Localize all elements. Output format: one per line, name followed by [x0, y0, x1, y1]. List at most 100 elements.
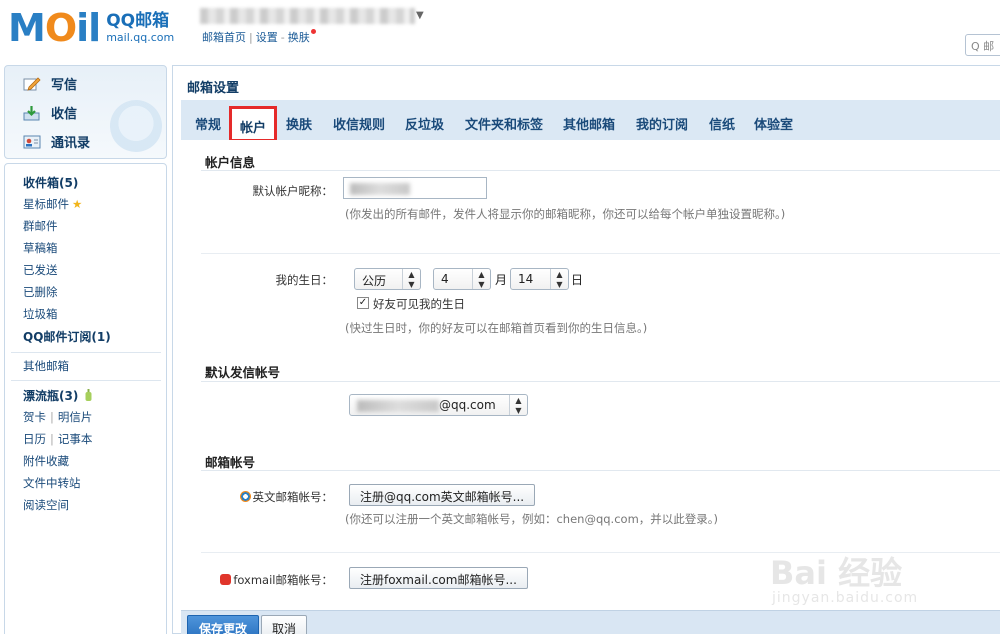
cancel-button[interactable]: 取消 — [261, 615, 308, 634]
sidebar-item-reading-space[interactable]: 阅读空间 — [23, 497, 69, 513]
tab-stationery[interactable]: 信纸 — [709, 114, 735, 133]
tab-general[interactable]: 常规 — [195, 114, 221, 133]
select-arrows-icon: ▲ ▼ — [472, 269, 490, 289]
page-title: 邮箱设置 — [187, 81, 240, 96]
sidebar-item-calendar-notes: 日历 | 记事本 — [23, 432, 93, 446]
section-title-account-info: 帐户信息 — [205, 155, 256, 170]
sidebar-item-starred[interactable]: 星标邮件 ★ — [23, 196, 82, 212]
tab-account[interactable]: 帐户 — [229, 106, 278, 142]
contacts-button[interactable]: 通讯录 — [23, 132, 90, 151]
logo-title: QQ邮箱 — [106, 11, 170, 31]
birth-day-select[interactable]: 14 ▲ ▼ — [510, 268, 569, 290]
account-settings-content: 帐户信息 默认帐户昵称： (你发出的所有邮件，发件人将显示你的邮箱昵称，你还可以… — [181, 140, 1000, 610]
sidebar-item-label: 漂流瓶(3) — [23, 389, 79, 403]
bottom-action-bar: 保存更改 取消 — [181, 610, 1000, 634]
sender-address-blurred — [357, 399, 439, 412]
sidebar-item-notepad[interactable]: 记事本 — [58, 432, 93, 446]
birth-day-value: 14 — [518, 272, 534, 286]
sidebar-folder-list: 收件箱(5) 星标邮件 ★ 群邮件 草稿箱 已发送 已删除 垃圾箱 QQ邮件订阅(… — [4, 163, 167, 634]
register-english-account-button[interactable]: 注册@qq.com英文邮箱帐号... — [349, 484, 536, 506]
sidebar-item-postcard[interactable]: 明信片 — [58, 410, 93, 424]
baidu-jingyan-watermark: Bai 经验 jingyan.baidu.com — [770, 548, 950, 618]
birth-month-value: 4 — [441, 272, 449, 286]
sidebar-compose-panel: 写信 收信 通讯录 — [4, 65, 167, 159]
section-divider — [201, 470, 1000, 471]
sidebar-item-calendar[interactable]: 日历 — [23, 432, 46, 446]
mailbox-home-link[interactable]: 邮箱首页 — [202, 31, 246, 44]
star-icon: ★ — [72, 197, 83, 211]
sidebar-item-sent[interactable]: 已发送 — [23, 262, 58, 278]
tab-other-mailboxes[interactable]: 其他邮箱 — [563, 114, 615, 133]
penguin-decoration-icon — [110, 100, 162, 152]
sidebar-item-group-mail[interactable]: 群邮件 — [23, 218, 58, 234]
calendar-type-select[interactable]: 公历 ▲ ▼ — [354, 268, 421, 290]
register-foxmail-account-button[interactable]: 注册foxmail.com邮箱帐号... — [349, 567, 528, 589]
qq-mail-logo[interactable]: MOil QQ邮箱 mail.qq.com — [8, 8, 174, 52]
sidebar-item-drafts[interactable]: 草稿箱 — [23, 240, 58, 256]
calendar-type-value: 公历 — [362, 274, 387, 288]
birthday-visible-checkbox[interactable]: ✓ — [357, 297, 369, 309]
foxmail-account-label-text: foxmail邮箱帐号： — [233, 573, 333, 587]
watermark-url: jingyan.baidu.com — [772, 590, 919, 606]
tab-receive-rules[interactable]: 收信规则 — [333, 114, 385, 133]
sidebar-item-attachments[interactable]: 附件收藏 — [23, 453, 69, 469]
tab-my-subscriptions[interactable]: 我的订阅 — [636, 114, 688, 133]
sidebar-divider — [11, 380, 161, 381]
chevron-down-icon[interactable]: ▼ — [416, 10, 424, 21]
foxmail-icon — [220, 574, 232, 585]
sidebar-item-other-mailbox[interactable]: 其他邮箱 — [23, 358, 69, 374]
row-divider — [201, 253, 1000, 254]
notification-dot-icon — [310, 29, 316, 34]
tab-folders-labels[interactable]: 文件夹和标签 — [465, 114, 543, 133]
sidebar-item-label: 星标邮件 — [23, 197, 69, 211]
birthday-hint: (快过生日时，你的好友可以在邮箱首页看到你的生日信息。) — [345, 321, 648, 335]
tab-skin[interactable]: 换肤 — [286, 114, 312, 133]
nickname-value-blurred — [350, 182, 410, 195]
bottle-icon — [85, 389, 92, 401]
month-unit: 月 — [495, 273, 508, 287]
tab-lab[interactable]: 体验室 — [754, 114, 793, 133]
english-account-label-text: 英文邮箱帐号： — [252, 490, 334, 504]
account-name-blurred[interactable] — [200, 8, 415, 24]
search-input[interactable]: Q 邮 — [965, 34, 1000, 56]
sidebar-item-file-transfer[interactable]: 文件中转站 — [23, 475, 81, 491]
nickname-hint: (你发出的所有邮件，发件人将显示你的邮箱昵称，你还可以给每个帐户单独设置昵称。) — [345, 207, 786, 221]
sidebar-item-qq-subscription[interactable]: QQ邮件订阅(1) — [23, 328, 111, 345]
receive-label: 收信 — [51, 107, 78, 122]
inbox-download-icon — [23, 105, 41, 121]
sidebar-item-drift-bottle[interactable]: 漂流瓶(3) — [23, 387, 92, 404]
top-links: 邮箱首页 | 设置 - 换肤 — [202, 29, 316, 45]
select-arrows-icon: ▲ ▼ — [402, 269, 420, 289]
birthday-label: 我的生日： — [275, 273, 334, 287]
compose-button[interactable]: 写信 — [23, 74, 77, 93]
default-sender-select[interactable]: @qq.com ▲ ▼ — [349, 394, 528, 416]
sidebar-divider — [11, 352, 161, 353]
birth-month-select[interactable]: 4 ▲ ▼ — [433, 268, 491, 290]
sidebar-item-inbox[interactable]: 收件箱(5) — [23, 174, 78, 191]
logo-mail-wordmark: MOil — [8, 6, 101, 50]
section-title-default-sender: 默认发信帐号 — [205, 365, 281, 380]
contacts-card-icon — [23, 134, 41, 150]
birthday-visible-label: 好友可见我的生日 — [373, 297, 465, 311]
nickname-input[interactable] — [343, 177, 487, 199]
settings-link[interactable]: 设置 — [256, 31, 278, 44]
main-header: 邮箱设置 — [173, 66, 1000, 100]
save-button[interactable]: 保存更改 — [187, 615, 260, 634]
qq-globe-icon — [239, 491, 251, 502]
foxmail-account-label: foxmail邮箱帐号： — [211, 572, 333, 588]
settings-tab-bar: 常规 帐户 换肤 收信规则 反垃圾 文件夹和标签 其他邮箱 我的订阅 信纸 体验… — [181, 100, 1000, 142]
change-skin-link[interactable]: 换肤 — [288, 31, 310, 44]
select-arrows-icon: ▲ ▼ — [550, 269, 568, 289]
contacts-label: 通讯录 — [51, 136, 91, 151]
sender-address-suffix: @qq.com — [439, 398, 496, 412]
logo-domain: mail.qq.com — [106, 31, 175, 44]
english-account-label: 英文邮箱帐号： — [221, 489, 333, 505]
section-divider — [201, 381, 1000, 382]
receive-button[interactable]: 收信 — [23, 103, 77, 122]
select-arrows-icon: ▲ ▼ — [509, 395, 527, 415]
sidebar-item-spam[interactable]: 垃圾箱 — [23, 306, 58, 322]
sidebar-item-greeting-card[interactable]: 贺卡 — [23, 410, 46, 424]
section-divider — [201, 170, 1000, 171]
tab-anti-spam[interactable]: 反垃圾 — [405, 114, 444, 133]
sidebar-item-deleted[interactable]: 已删除 — [23, 284, 58, 300]
